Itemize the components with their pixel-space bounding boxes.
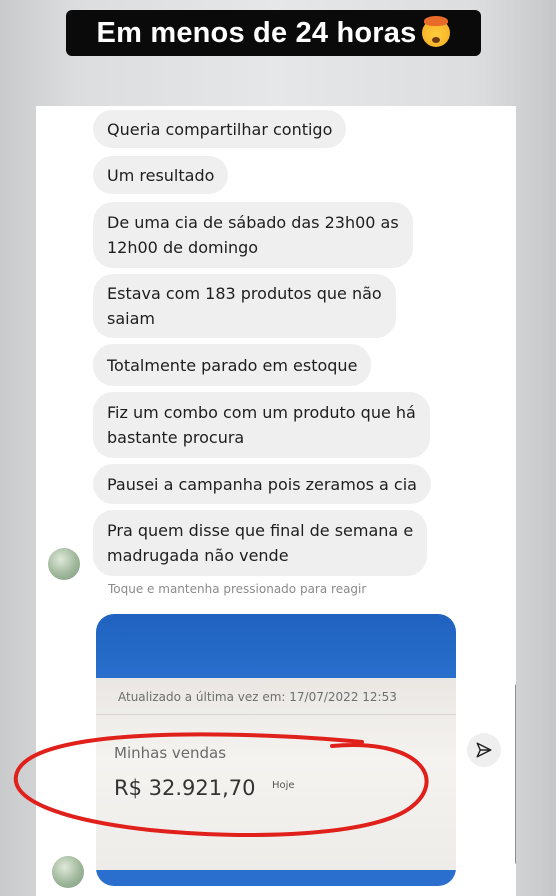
divider <box>96 714 456 715</box>
send-button[interactable] <box>467 733 501 767</box>
message-bubble[interactable]: Totalmente parado em estoque <box>93 344 372 386</box>
message-text: Queria compartilhar contigo <box>107 119 333 139</box>
reaction-hint: Toque e mantenha pressionado para reagir <box>108 582 367 596</box>
last-updated-text: Atualizado a última vez em: 17/07/2022 1… <box>118 690 397 704</box>
avatar[interactable] <box>52 856 84 888</box>
screenshot-footer <box>96 870 456 886</box>
story-title: Em menos de 24 horas <box>96 16 417 49</box>
message-bubble[interactable]: Fiz um combo com um produto que há basta… <box>93 392 430 458</box>
message-bubble[interactable]: Queria compartilhar contigo <box>93 110 347 148</box>
story-title-banner: Em menos de 24 horas <box>66 10 481 56</box>
message-text: Pra quem disse que final de semana e mad… <box>107 521 414 565</box>
exploding-head-icon <box>422 16 451 47</box>
message-bubble[interactable]: Pausei a campanha pois zeramos a cia <box>93 464 431 504</box>
sales-label: Minhas vendas <box>114 744 227 762</box>
message-text: Estava com 183 produtos que não saiam <box>107 284 382 328</box>
sales-period: Hoje <box>272 780 295 791</box>
message-text: Pausei a campanha pois zeramos a cia <box>107 474 417 494</box>
message-text: Um resultado <box>107 165 215 185</box>
scrollbar[interactable] <box>515 684 516 864</box>
sales-value: R$ 32.921,70 <box>114 776 256 800</box>
avatar[interactable] <box>48 548 80 580</box>
message-text: Fiz um combo com um produto que há basta… <box>107 403 416 447</box>
message-text: Totalmente parado em estoque <box>107 355 358 375</box>
message-bubble[interactable]: De uma cia de sábado das 23h00 as 12h00 … <box>93 202 413 268</box>
message-bubble[interactable]: Estava com 183 produtos que não saiam <box>93 274 396 338</box>
message-text: De uma cia de sábado das 23h00 as 12h00 … <box>107 213 399 257</box>
message-bubble[interactable]: Pra quem disse que final de semana e mad… <box>93 510 428 576</box>
message-bubble[interactable]: Um resultado <box>93 156 229 194</box>
shared-screenshot[interactable]: Atualizado a última vez em: 17/07/2022 1… <box>96 614 456 886</box>
send-icon <box>476 742 492 758</box>
screenshot-header <box>96 614 456 678</box>
chat-thread[interactable]: Queria compartilhar contigo Um resultado… <box>36 106 516 896</box>
